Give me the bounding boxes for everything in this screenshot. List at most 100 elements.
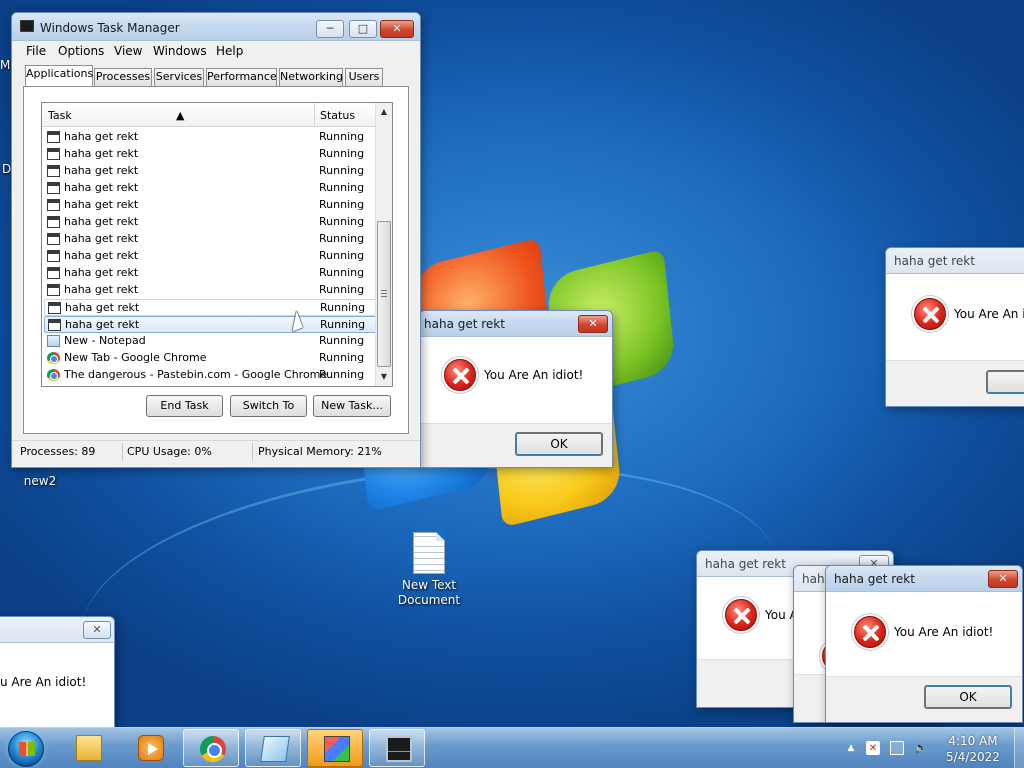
table-row[interactable]: The dangerous - Pastebin.com - Google Ch… — [44, 367, 386, 384]
explorer-icon — [76, 735, 102, 761]
notepad-icon — [47, 335, 60, 347]
close-button[interactable]: ✕ — [83, 621, 111, 639]
window-icon — [47, 182, 60, 194]
tab-users[interactable]: Users — [345, 68, 383, 86]
task-status: Running — [319, 130, 365, 143]
table-row[interactable]: haha get rekt Running — [44, 197, 386, 214]
taskbar-explorer[interactable] — [60, 729, 116, 767]
menu-view[interactable]: View — [114, 44, 142, 58]
dialog-titlebar[interactable]: ✕ — [0, 617, 114, 643]
paint-3d-icon — [324, 736, 350, 762]
maximize-button[interactable]: □ — [349, 20, 377, 38]
menu-options[interactable]: Options — [58, 44, 104, 58]
table-row[interactable]: haha get rekt Running — [44, 163, 386, 180]
task-manager-titlebar[interactable]: Windows Task Manager ─ □ ✕ — [12, 13, 420, 41]
scroll-down-arrow-icon[interactable]: ▼ — [376, 369, 392, 385]
dialog-titlebar[interactable]: haha get rekt — [886, 248, 1024, 274]
table-row[interactable]: New Tab - Google Chrome Running — [44, 350, 386, 367]
system-clock[interactable]: 4:10 AM 5/4/2022 — [940, 733, 1006, 765]
dialog-footer: OK — [826, 676, 1022, 722]
table-row[interactable]: haha get rekt Running — [44, 299, 386, 316]
task-status: Running — [319, 249, 365, 262]
table-row[interactable]: haha get rekt Running — [44, 265, 386, 282]
menu-windows[interactable]: Windows — [153, 44, 207, 58]
dialog-titlebar[interactable]: haha get rekt ✕ — [420, 311, 612, 337]
switch-to-button[interactable]: Switch To — [230, 395, 307, 417]
table-row[interactable]: haha get rekt Running — [44, 316, 386, 333]
dialog-message: u Are An idiot! — [0, 675, 87, 689]
task-status: Running — [319, 368, 365, 381]
scroll-grip-icon — [381, 290, 387, 297]
clock-date: 5/4/2022 — [946, 750, 1000, 764]
dialog-idiot-center[interactable]: haha get rekt ✕ You Are An idiot! OK — [419, 310, 613, 468]
table-row[interactable]: haha get rekt Running — [44, 146, 386, 163]
scrollbar-thumb[interactable] — [377, 221, 391, 367]
table-row[interactable]: haha get rekt Running — [44, 180, 386, 197]
window-icon — [47, 284, 60, 296]
table-row[interactable]: haha get rekt Running — [44, 248, 386, 265]
dialog-titlebar[interactable]: haha get rekt ✕ — [826, 566, 1022, 592]
ok-button[interactable]: OK — [924, 685, 1012, 709]
column-header-status[interactable]: Status — [320, 109, 355, 122]
applications-list[interactable]: ▲ Task Status haha get rekt Running haha g… — [41, 102, 393, 387]
tab-networking[interactable]: Networking — [279, 68, 343, 86]
table-row[interactable]: haha get rekt Running — [44, 214, 386, 231]
task-status: Running — [319, 215, 365, 228]
minimize-icon: ─ — [326, 22, 334, 35]
close-button[interactable]: ✕ — [988, 570, 1018, 588]
desktop-icon-new-text-document[interactable]: New Text Document — [396, 578, 462, 608]
close-button[interactable]: ✕ — [380, 20, 414, 38]
dialog-body: u Are An idiot! — [0, 643, 114, 727]
taskbar-chrome[interactable] — [183, 729, 239, 767]
task-manager-icon — [386, 736, 412, 762]
dialog-idiot-front[interactable]: haha get rekt ✕ You Are An idiot! OK — [825, 565, 1023, 723]
column-header-task[interactable]: Task — [48, 109, 72, 122]
action-center-flag-icon[interactable]: ✕ — [866, 741, 880, 755]
taskbar-task-manager[interactable] — [369, 729, 425, 767]
tab-processes[interactable]: Processes — [94, 68, 152, 86]
new-task-button[interactable]: New Task... — [313, 395, 391, 417]
taskbar-media-player[interactable] — [122, 729, 178, 767]
show-desktop-button[interactable] — [1014, 728, 1024, 768]
dialog-body: You Are An idi — [886, 274, 1024, 362]
task-name: haha get rekt — [64, 130, 139, 143]
ok-button[interactable]: OK — [515, 432, 603, 456]
task-name: haha get rekt — [64, 198, 139, 211]
tab-performance[interactable]: Performance — [206, 68, 277, 86]
table-row[interactable]: New - Notepad Running — [44, 333, 386, 350]
chrome-icon — [47, 369, 60, 381]
text-document-icon[interactable] — [413, 532, 445, 574]
taskbar-notepad[interactable] — [245, 729, 301, 767]
task-name: haha get rekt — [64, 283, 139, 296]
desktop-icon-new2[interactable]: new2 — [18, 474, 62, 488]
tab-applications[interactable]: Applications — [25, 65, 93, 86]
dialog-body: You Are An idiot! — [420, 337, 612, 425]
vertical-scrollbar[interactable]: ▲ ▼ — [375, 103, 392, 386]
start-button[interactable] — [8, 731, 44, 767]
status-processes: Processes: 89 — [20, 445, 96, 458]
minimize-button[interactable]: ─ — [316, 20, 344, 38]
status-memory: Physical Memory: 21% — [258, 445, 382, 458]
task-name: haha get rekt — [64, 232, 139, 245]
task-status: Running — [319, 164, 365, 177]
table-row[interactable]: haha get rekt Running — [44, 129, 386, 146]
end-task-button[interactable]: End Task — [146, 395, 223, 417]
tab-services[interactable]: Services — [154, 68, 204, 86]
error-icon — [444, 359, 476, 391]
dialog-idiot-right[interactable]: haha get rekt You Are An idi C — [885, 247, 1024, 407]
maximize-icon: □ — [357, 22, 369, 35]
tray-expand-chevron-icon[interactable]: ▲ — [844, 741, 858, 755]
taskbar-paint-3d[interactable] — [307, 729, 363, 767]
table-row[interactable]: haha get rekt Running — [44, 282, 386, 299]
ok-button[interactable]: C — [986, 370, 1024, 394]
network-icon[interactable] — [890, 741, 904, 755]
media-player-icon — [138, 735, 164, 761]
close-button[interactable]: ✕ — [578, 315, 608, 333]
column-separator[interactable] — [314, 103, 315, 127]
menu-file[interactable]: File — [26, 44, 46, 58]
table-row[interactable]: haha get rekt Running — [44, 231, 386, 248]
dialog-idiot-left[interactable]: ✕ u Are An idiot! — [0, 616, 115, 728]
menu-help[interactable]: Help — [216, 44, 243, 58]
scroll-up-arrow-icon[interactable]: ▲ — [376, 104, 392, 120]
volume-icon[interactable]: 🔈 — [914, 741, 928, 755]
